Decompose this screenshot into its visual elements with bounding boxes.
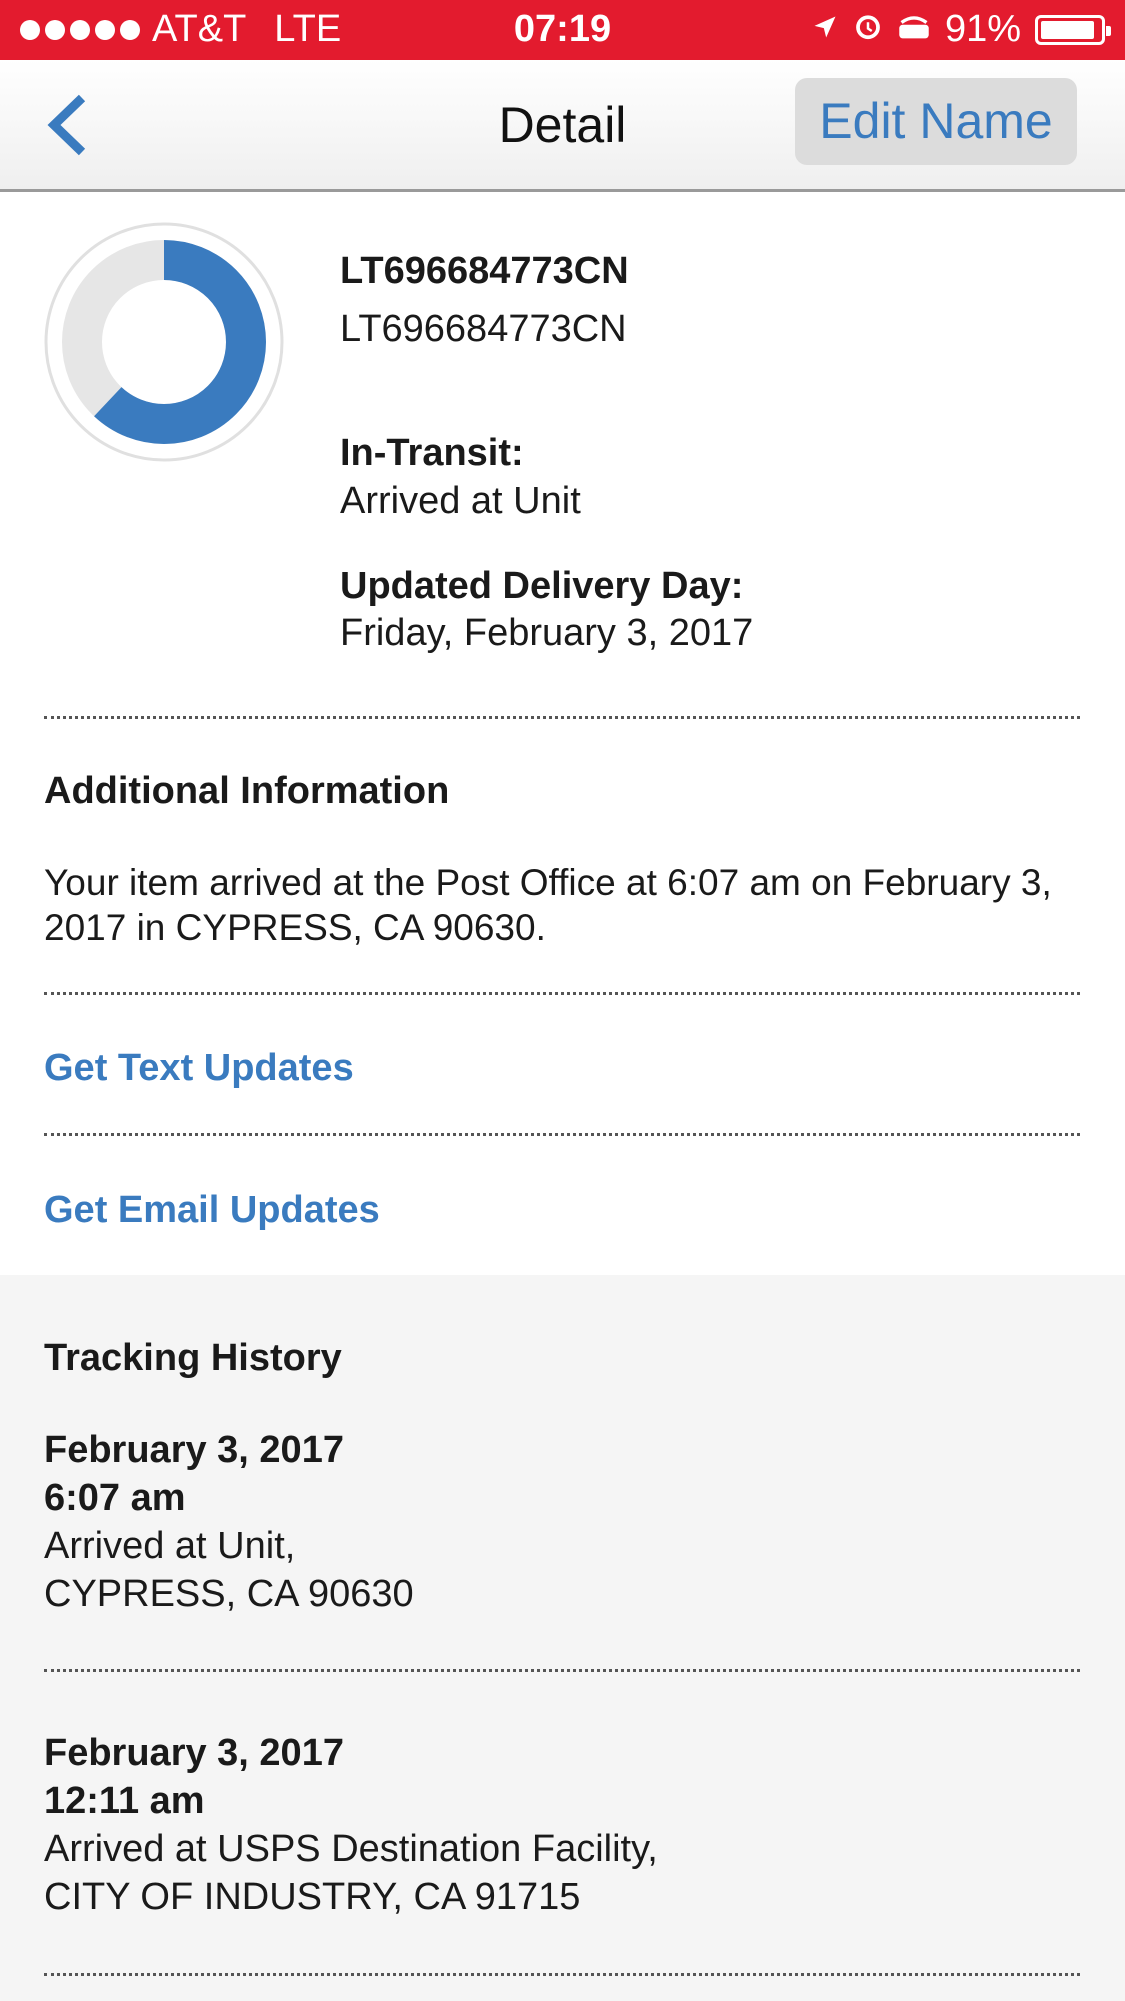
divider bbox=[44, 1133, 1080, 1136]
divider bbox=[44, 992, 1080, 995]
navigation-bar: Detail Edit Name bbox=[0, 60, 1125, 192]
history-time: 6:07 am bbox=[44, 1477, 186, 1519]
history-location: CITY OF INDUSTRY, CA 91715 bbox=[44, 1876, 581, 1918]
tracking-history-title: Tracking History bbox=[44, 1337, 342, 1379]
alarm-icon bbox=[853, 8, 883, 51]
tracking-number: LT696684773CN bbox=[340, 308, 627, 350]
divider bbox=[44, 716, 1080, 719]
delivery-day-value: Friday, February 3, 2017 bbox=[340, 612, 754, 654]
history-date: February 3, 2017 bbox=[44, 1429, 344, 1471]
delivery-day-label: Updated Delivery Day: bbox=[340, 565, 744, 607]
history-event: Arrived at USPS Destination Facility, bbox=[44, 1828, 658, 1870]
divider bbox=[44, 1973, 1080, 1976]
tty-icon bbox=[897, 8, 931, 51]
history-location: CYPRESS, CA 90630 bbox=[44, 1573, 414, 1615]
additional-info-text: Your item arrived at the Post Office at … bbox=[44, 862, 1052, 948]
tracking-number-title: LT696684773CN bbox=[340, 250, 629, 292]
status-label: In-Transit: bbox=[340, 432, 524, 474]
get-text-updates-link[interactable]: Get Text Updates bbox=[44, 1047, 354, 1090]
history-event: Arrived at Unit, bbox=[44, 1525, 296, 1567]
status-value: Arrived at Unit bbox=[340, 480, 581, 522]
battery-percentage: 91% bbox=[944, 8, 1021, 50]
location-arrow-icon bbox=[811, 8, 839, 51]
status-bar: AT&T LTE 07:19 91% bbox=[0, 0, 1125, 60]
edit-name-button[interactable]: Edit Name bbox=[795, 78, 1077, 165]
history-entry: February 3, 2017 12:11 am Arrived at USP… bbox=[44, 1729, 658, 1921]
additional-info-title: Additional Information bbox=[44, 770, 450, 812]
history-entry: February 3, 2017 6:07 am Arrived at Unit… bbox=[44, 1426, 414, 1618]
battery-icon bbox=[1035, 14, 1111, 45]
history-time: 12:11 am bbox=[44, 1780, 205, 1822]
history-date: February 3, 2017 bbox=[44, 1732, 344, 1774]
get-email-updates-link[interactable]: Get Email Updates bbox=[44, 1189, 380, 1232]
divider bbox=[44, 1669, 1080, 1672]
delivery-progress-donut bbox=[44, 222, 284, 462]
